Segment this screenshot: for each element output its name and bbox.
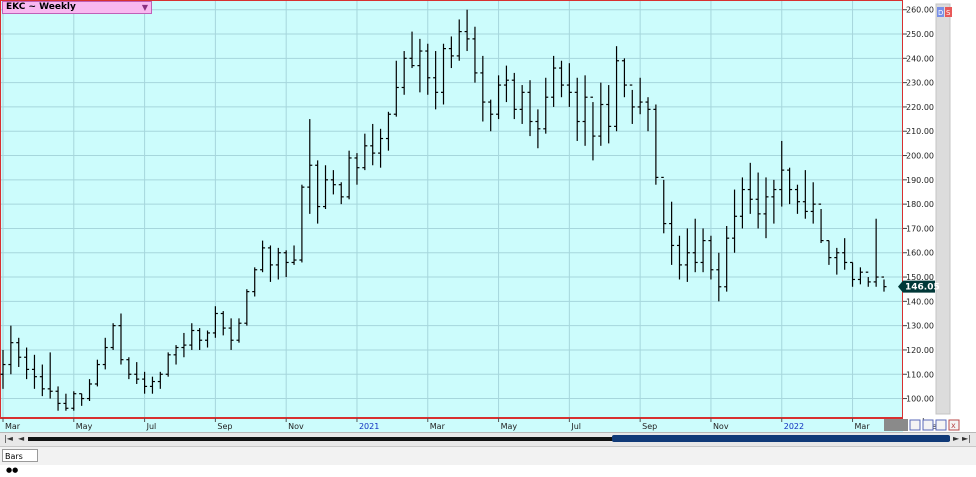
zoom-in-button[interactable] [922, 419, 934, 431]
price-tick-label: 230.00 [906, 79, 934, 88]
time-axis-label: 2021 [359, 422, 379, 431]
time-axis-label: Sep [642, 422, 657, 431]
badge-d-label: D [938, 9, 943, 17]
last-price-tag: 146.05 [898, 280, 940, 293]
time-axis-label: Mar [430, 422, 446, 431]
price-tick-label: 210.00 [906, 127, 934, 136]
price-tick-label: 160.00 [906, 249, 934, 258]
price-tick-label: 240.00 [906, 54, 934, 63]
time-axis-label: May [76, 422, 93, 431]
bars-tab-label: Bars [5, 452, 23, 461]
scroll-corner-block [884, 419, 908, 431]
price-tick-label: 180.00 [906, 200, 934, 209]
bars-tab[interactable]: Bars ●● [2, 449, 38, 474]
price-tick-label: 200.00 [906, 152, 934, 161]
symbol-selector[interactable]: EKC ~ Weekly ▼ [2, 1, 152, 14]
price-tick-label: 140.00 [906, 297, 934, 306]
price-tick-label: 130.00 [906, 322, 934, 331]
time-axis-label: May [501, 422, 518, 431]
price-axis-scroll-strip[interactable] [935, 3, 951, 415]
symbol-label: EKC ~ Weekly [6, 2, 76, 12]
time-axis-label: Mar [5, 422, 21, 431]
price-tick-label: 260.00 [906, 6, 934, 15]
time-axis-band [0, 418, 903, 432]
badge-s-label: S [946, 9, 951, 17]
price-tick-label: 170.00 [906, 224, 934, 233]
scroll-right-end-icon[interactable]: ►| [962, 434, 971, 443]
last-price-label: 146.05 [905, 283, 940, 293]
price-tick-label: 250.00 [906, 30, 934, 39]
horizontal-scrollbar[interactable]: |◄ ◄ ► ►| [0, 432, 976, 446]
scroll-right-icon[interactable]: ► [953, 434, 959, 443]
price-tick-label: 190.00 [906, 176, 934, 185]
scroll-left-icon[interactable]: ◄ [18, 434, 24, 443]
time-axis-label: 2022 [784, 422, 804, 431]
price-tick-label: 220.00 [906, 103, 934, 112]
time-axis-label: Sep [217, 422, 232, 431]
close-pane-icon: x [951, 421, 956, 430]
zoom-out-button[interactable] [909, 419, 921, 431]
price-tick-label: 120.00 [906, 346, 934, 355]
time-axis-label: Jul [146, 422, 157, 431]
chart-window: 100.00110.00120.00130.00140.00150.00160.… [0, 0, 976, 432]
time-axis-label: Nov [713, 422, 729, 431]
study-tab-bar: Bars ●● [0, 446, 976, 474]
price-tick-label: 100.00 [906, 395, 934, 404]
scroll-left-start-icon[interactable]: |◄ [4, 434, 13, 443]
time-axis-label: Mar [855, 422, 871, 431]
price-tick-label: 110.00 [906, 370, 934, 379]
navigate-button[interactable] [935, 419, 947, 431]
time-axis-label: Jul [570, 422, 581, 431]
dropdown-arrow-icon: ▼ [141, 3, 148, 12]
time-axis-label: Nov [288, 422, 304, 431]
scrollbar-thumb[interactable] [612, 435, 950, 442]
binoculars-icon: ●● [6, 466, 19, 474]
